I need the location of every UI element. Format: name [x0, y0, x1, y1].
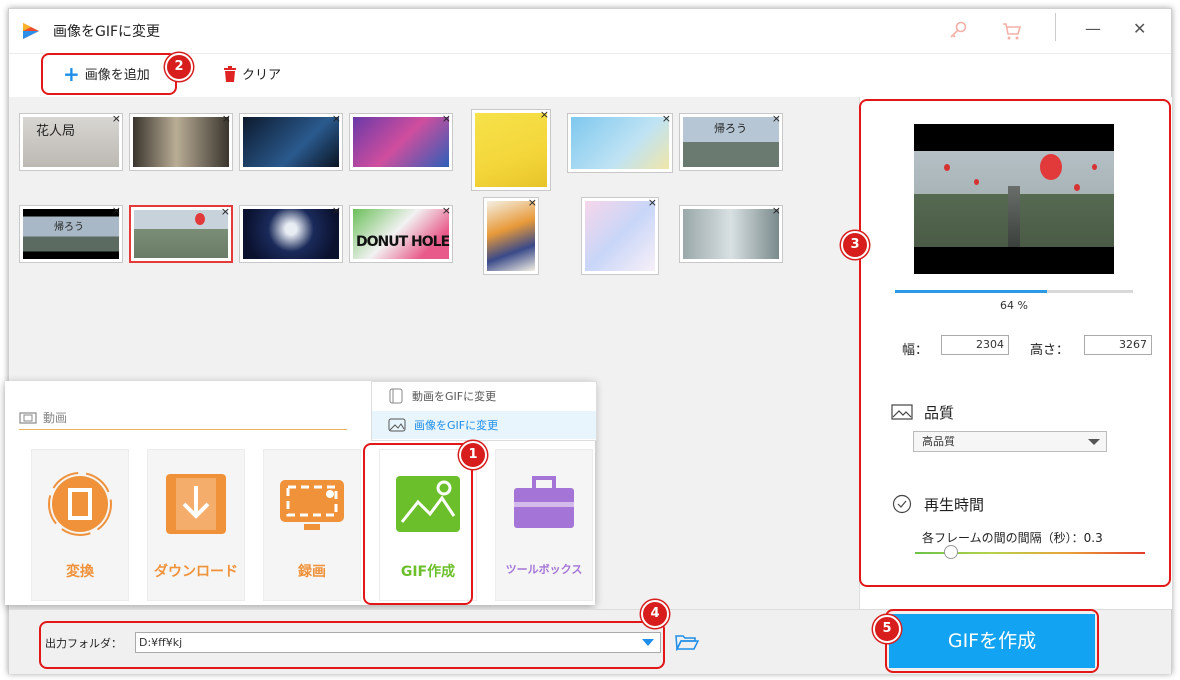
clear-button[interactable]: クリア: [223, 64, 281, 83]
video-section-header: 動画: [19, 409, 67, 426]
thumbnail[interactable]: 帰ろう ×: [679, 112, 783, 171]
thumbnail-remove-icon[interactable]: ×: [332, 112, 341, 125]
highlight-settings-panel: [859, 99, 1171, 587]
monitor-record-icon: [280, 480, 344, 530]
highlight-gif-tile: [363, 443, 473, 605]
trash-icon: [224, 65, 236, 82]
balloon-mark: [195, 213, 205, 225]
thumbnail[interactable]: 花人局 ×: [19, 112, 123, 171]
thumbnail[interactable]: ×: [567, 112, 673, 173]
title-bar: 画像をGIFに変更 — ✕: [9, 9, 1171, 53]
close-button[interactable]: ✕: [1133, 19, 1146, 38]
film-icon: [19, 411, 37, 424]
thumbnail-remove-icon[interactable]: ×: [772, 112, 781, 125]
thumbnail-remove-icon[interactable]: ×: [540, 108, 549, 121]
thumbnail-text: DONUT HOLE: [356, 234, 450, 250]
highlight-add-image: [41, 53, 177, 95]
titlebar-divider: [1055, 13, 1056, 41]
image-gif-icon: [388, 418, 406, 432]
tile-record[interactable]: 録画: [263, 449, 361, 601]
section-divider: [19, 429, 347, 430]
thumbnail-remove-icon[interactable]: ×: [772, 204, 781, 217]
thumbnail-remove-icon[interactable]: ×: [222, 112, 231, 125]
thumbnail-remove-icon[interactable]: ×: [662, 112, 671, 125]
thumbnail-remove-icon[interactable]: ×: [528, 196, 537, 209]
app-window: 画像をGIFに変更 — ✕ + 画像を追加 クリア 2 花人局 × × × × …: [5, 8, 1172, 674]
thumbnail[interactable]: ×: [129, 112, 233, 171]
thumbnail[interactable]: 帰ろう ×: [19, 204, 123, 263]
download-icon: [166, 474, 226, 534]
submenu-video-to-gif[interactable]: 動画をGIFに変更: [372, 382, 596, 410]
step-badge-2: 2: [165, 53, 193, 81]
thumbnail[interactable]: ×: [239, 204, 343, 263]
toolbox-icon: [514, 476, 574, 528]
thumbnail-text: 帰ろう: [54, 222, 84, 233]
submenu-image-to-gif[interactable]: 画像をGIFに変更: [372, 411, 596, 439]
tile-label: 変換: [66, 564, 94, 580]
thumbnail-text: 花人局: [36, 124, 76, 139]
open-folder-icon[interactable]: [675, 633, 699, 651]
thumbnail-selected[interactable]: ×: [129, 205, 233, 263]
step-badge-5: 5: [873, 615, 901, 643]
thumbnail-remove-icon[interactable]: ×: [112, 204, 121, 217]
tile-label: 録画: [298, 564, 326, 580]
tile-download[interactable]: ダウンロード: [147, 449, 245, 601]
minimize-button[interactable]: —: [1085, 19, 1101, 38]
thumbnail-remove-icon[interactable]: ×: [221, 205, 230, 218]
thumbnail[interactable]: DONUT HOLE ×: [349, 204, 453, 263]
thumbnail-remove-icon[interactable]: ×: [112, 112, 121, 125]
tile-toolbox[interactable]: ツールボックス: [495, 449, 593, 601]
clear-label: クリア: [242, 68, 282, 83]
convert-icon: [48, 472, 112, 536]
thumbnail-remove-icon[interactable]: ×: [442, 112, 451, 125]
submenu-label: 画像をGIFに変更: [414, 419, 499, 432]
thumbnail[interactable]: ×: [239, 112, 343, 171]
tile-label: ダウンロード: [154, 564, 238, 580]
video-gif-icon: [389, 388, 403, 404]
thumbnail[interactable]: ×: [483, 196, 539, 275]
thumbnail-text: 帰ろう: [714, 122, 747, 135]
thumbnail[interactable]: ×: [581, 196, 659, 275]
video-section-label: 動画: [43, 411, 68, 425]
thumbnail-remove-icon[interactable]: ×: [442, 204, 451, 217]
cart-icon[interactable]: [1001, 21, 1023, 41]
highlight-create-button: [885, 609, 1099, 673]
step-badge-3: 3: [841, 231, 869, 259]
thumbnail[interactable]: ×: [679, 204, 783, 263]
step-badge-4: 4: [641, 600, 669, 628]
thumbnail[interactable]: ×: [349, 112, 453, 171]
app-logo-icon: [23, 23, 39, 39]
thumbnail-remove-icon[interactable]: ×: [332, 204, 341, 217]
tile-label: ツールボックス: [505, 563, 583, 576]
highlight-output-folder: [39, 621, 665, 669]
gif-submenu: 動画をGIFに変更 画像をGIFに変更: [371, 381, 597, 441]
thumbnail-remove-icon[interactable]: ×: [648, 196, 657, 209]
window-title: 画像をGIFに変更: [53, 24, 161, 40]
submenu-label: 動画をGIFに変更: [412, 390, 497, 403]
step-badge-1: 1: [459, 441, 487, 469]
key-icon[interactable]: [947, 21, 969, 41]
tile-convert[interactable]: 変換: [31, 449, 129, 601]
thumbnail[interactable]: ×: [471, 108, 551, 191]
